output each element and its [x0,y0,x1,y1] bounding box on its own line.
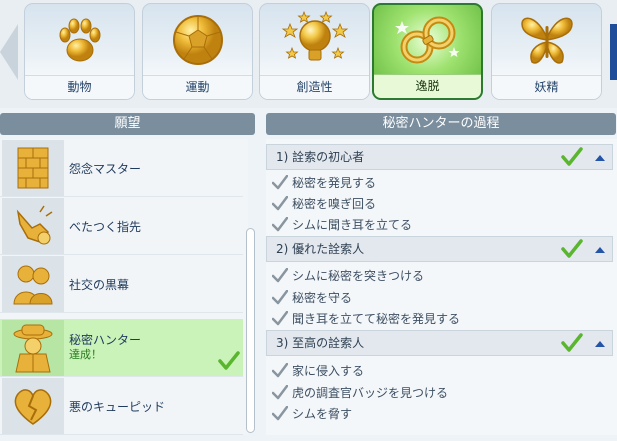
category-label: 妖精 [492,75,601,99]
whispering-figures-icon [13,265,53,305]
detective-icon [13,324,53,373]
goal-text: シムに秘密を突きつける [292,269,425,283]
goal-check-icon [272,385,288,400]
aspiration-name: べたつく指先 [69,220,142,234]
collapse-arrow-icon[interactable] [595,155,605,161]
category-tab-athletic[interactable]: 運動 [142,3,253,100]
soccer-ball-icon [172,15,223,65]
wall-icon [17,147,49,189]
completed-check-icon [218,351,240,370]
stage-title: 2) 優れた詮索人 [276,242,365,256]
paw-icon [59,18,100,62]
scroll-left-arrow[interactable] [0,24,18,80]
stage-title: 3) 至高の詮索人 [276,336,365,350]
aspirations-header: 願望 [0,113,255,135]
completed-check-icon [561,333,583,352]
aspiration-name: 怨念マスター [69,162,142,176]
category-label: 運動 [143,75,252,99]
goal-check-icon [272,217,288,232]
scroll-right-arrow[interactable] [610,24,617,80]
stage-title: 1) 詮索の初心者 [276,150,365,164]
aspiration-item-villainous-valentine[interactable]: 悪のキューピッド [0,377,243,435]
category-tab-deviance[interactable]: 逸脱 [372,3,483,100]
aspiration-name: 社交の黒幕 [69,278,130,292]
category-label: 動物 [25,75,134,99]
goal-check-icon [272,268,288,283]
broken-heart-icon [14,389,52,425]
goal-text: 家に侵入する [292,364,365,378]
goal-text: 秘密を守る [292,291,353,305]
aspiration-item-chief-of-mischief[interactable]: 社交の黒幕 [0,255,243,313]
aspiration-status: 達成！ [69,348,102,361]
goal-text: シムを脅す [292,407,353,421]
lightbulb-icon [281,10,348,61]
category-tab-fairy[interactable]: 妖精 [491,3,602,100]
milestone-stage-3[interactable]: 3) 至高の詮索人 [266,330,613,356]
completed-check-icon [561,239,583,258]
goal-text: 虎の調査官バッジを見つける [292,386,449,400]
goal-text: 秘密を発見する [292,176,377,190]
milestone-stage-1[interactable]: 1) 詮索の初心者 [266,144,613,170]
milestone-header: 秘密ハンターの過程 [266,113,616,135]
goal-text: 聞き耳を立てて秘密を発見する [292,312,461,326]
handcuffs-icon [394,16,459,64]
goal-check-icon [272,363,288,378]
aspiration-item-grudge-master[interactable]: 怨念マスター [0,139,243,197]
butterfly-icon [520,17,573,64]
milestone-panel: 1) 詮索の初心者 秘密を発見する 秘密を嗅ぎ回る シムに聞き耳を立てる 2) … [266,139,617,435]
scrollbar[interactable] [246,228,255,433]
goal-text: 秘密を嗅ぎ回る [292,197,377,211]
goal-check-icon [272,196,288,211]
category-bar: 動物 運動 創造性 逸脱 妖精 [0,0,617,108]
category-label: 創造性 [260,75,369,99]
collapse-arrow-icon[interactable] [595,247,605,253]
category-label: 逸脱 [374,74,481,98]
grabbing-hand-icon [16,205,53,245]
goal-check-icon [272,290,288,305]
milestone-stage-2[interactable]: 2) 優れた詮索人 [266,236,613,262]
aspiration-name: 悪のキューピッド [69,400,166,414]
goal-text: シムに聞き耳を立てる [292,218,413,232]
goal-check-icon [272,406,288,421]
aspiration-item-sticky-fingers[interactable]: べたつく指先 [0,197,243,255]
category-tab-animals[interactable]: 動物 [24,3,135,100]
completed-check-icon [561,147,583,166]
category-tab-creativity[interactable]: 創造性 [259,3,370,100]
aspiration-list: 怨念マスター べたつく指先 社交の黒幕 秘密ハンター 達成！ 悪のキューピッド [0,139,255,435]
collapse-arrow-icon[interactable] [595,341,605,347]
goal-check-icon [272,175,288,190]
goal-check-icon [272,311,288,326]
aspiration-item-secret-hunter[interactable]: 秘密ハンター 達成！ [0,319,243,377]
